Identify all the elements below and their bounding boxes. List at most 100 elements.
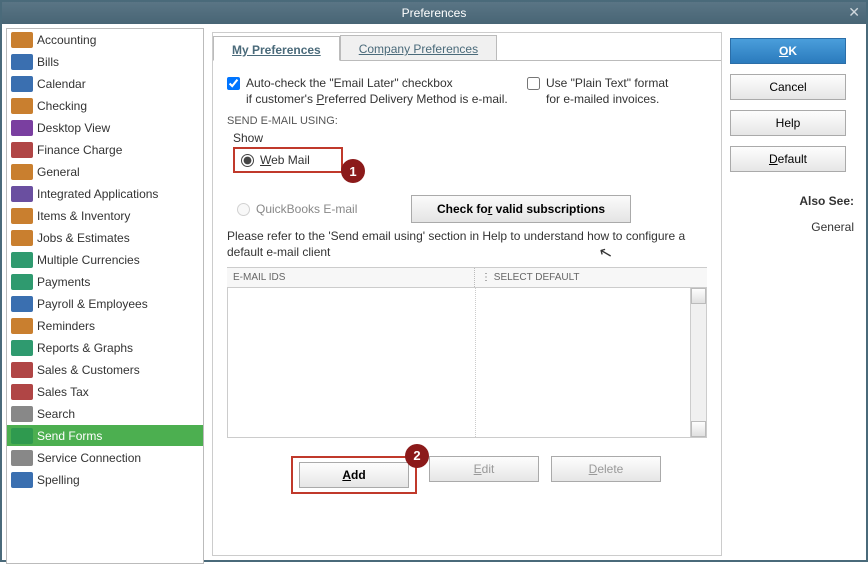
- sidebar-item-label: Sales & Customers: [37, 363, 140, 377]
- sidebar-item-label: Jobs & Estimates: [37, 231, 130, 245]
- radio-quickbooks-email: [237, 203, 250, 216]
- help-button[interactable]: Help: [730, 110, 846, 136]
- sidebar-item-label: Reminders: [37, 319, 95, 333]
- window-body: Accounting Bills Calendar Checking Desktop V…: [2, 24, 866, 560]
- sidebar-icon: [11, 98, 33, 114]
- sidebar-item-label: Finance Charge: [37, 143, 122, 157]
- sidebar-icon: [11, 208, 33, 224]
- sidebar-item-label: Checking: [37, 99, 87, 113]
- tab-bar: My PreferencesCompany Preferences: [213, 33, 721, 61]
- radio-web-mail-label: Web Mail: [260, 153, 310, 167]
- sidebar-item-label: Sales Tax: [37, 385, 89, 399]
- sidebar-item-multiple-currencies[interactable]: Multiple Currencies: [7, 249, 203, 271]
- sidebar-item-sales-customers[interactable]: Sales & Customers: [7, 359, 203, 381]
- sidebar-item-reminders[interactable]: Reminders: [7, 315, 203, 337]
- sidebar-icon: [11, 406, 33, 422]
- col-email-ids: E-MAIL IDS: [227, 268, 475, 287]
- sidebar-item-items-inventory[interactable]: Items & Inventory: [7, 205, 203, 227]
- radio-web-mail[interactable]: [241, 154, 254, 167]
- sidebar-item-desktop-view[interactable]: Desktop View: [7, 117, 203, 139]
- sidebar-item-finance-charge[interactable]: Finance Charge: [7, 139, 203, 161]
- scroll-down-arrow[interactable]: [691, 421, 706, 437]
- sidebar-icon: [11, 76, 33, 92]
- main-area: My PreferencesCompany Preferences Auto-ch…: [208, 24, 866, 560]
- add-button[interactable]: Add: [299, 462, 409, 488]
- auto-email-later-checkbox[interactable]: [227, 77, 240, 90]
- preferences-window: Preferences ✕ Accounting Bills Calendar Check…: [0, 0, 868, 562]
- radio-quickbooks-email-row: QuickBooks E-mail: [237, 202, 397, 216]
- sidebar-item-jobs-estimates[interactable]: Jobs & Estimates: [7, 227, 203, 249]
- email-table-header: E-MAIL IDS⋮ SELECT DEFAULT: [227, 267, 707, 288]
- auto-email-later-label: Auto-check the "Email Later" checkboxif …: [246, 75, 508, 107]
- sidebar-item-label: Reports & Graphs: [37, 341, 133, 355]
- also-see-general-link[interactable]: General: [730, 220, 854, 234]
- content-pane: My PreferencesCompany Preferences Auto-ch…: [212, 32, 722, 556]
- sidebar-icon: [11, 472, 33, 488]
- sidebar-item-reports-graphs[interactable]: Reports & Graphs: [7, 337, 203, 359]
- close-icon[interactable]: ✕: [848, 4, 860, 21]
- sidebar-icon: [11, 32, 33, 48]
- tab-my-preferences[interactable]: My Preferences: [213, 36, 340, 61]
- window-title: Preferences: [402, 6, 467, 20]
- sidebar-item-accounting[interactable]: Accounting: [7, 29, 203, 51]
- configure-help-text: Please refer to the 'Send email using' s…: [227, 229, 707, 260]
- sidebar-item-search[interactable]: Search: [7, 403, 203, 425]
- col-select-default: ⋮ SELECT DEFAULT: [475, 268, 707, 287]
- sidebar-icon: [11, 230, 33, 246]
- sidebar-item-payments[interactable]: Payments: [7, 271, 203, 293]
- sidebar-icon: [11, 318, 33, 334]
- right-button-pane: OK Cancel Help Default Also See: General: [722, 32, 862, 556]
- sidebar-icon: [11, 54, 33, 70]
- sidebar-item-checking[interactable]: Checking: [7, 95, 203, 117]
- preferences-sidebar[interactable]: Accounting Bills Calendar Checking Desktop V…: [6, 28, 204, 564]
- tab-body: Auto-check the "Email Later" checkboxif …: [213, 61, 721, 508]
- default-button[interactable]: Default: [730, 146, 846, 172]
- sidebar-item-payroll-employees[interactable]: Payroll & Employees: [7, 293, 203, 315]
- radio-quickbooks-email-label: QuickBooks E-mail: [256, 202, 357, 216]
- sidebar-item-service-connection[interactable]: Service Connection: [7, 447, 203, 469]
- also-see-label: Also See:: [730, 194, 854, 208]
- plain-text-checkbox[interactable]: [527, 77, 540, 90]
- send-email-using-label: SEND E-MAIL USING:: [227, 115, 707, 127]
- sidebar-item-calendar[interactable]: Calendar: [7, 73, 203, 95]
- sidebar-item-send-forms[interactable]: Send Forms: [7, 425, 203, 447]
- sidebar-icon: [11, 296, 33, 312]
- sidebar-item-label: Search: [37, 407, 75, 421]
- sidebar-item-label: Desktop View: [37, 121, 110, 135]
- sidebar-item-label: Accounting: [37, 33, 96, 47]
- sidebar-item-label: Payroll & Employees: [37, 297, 148, 311]
- add-highlight-box: Add2: [291, 456, 417, 494]
- show-label: Show: [233, 131, 707, 145]
- sidebar-icon: [11, 384, 33, 400]
- sidebar-item-integrated-applications[interactable]: Integrated Applications: [7, 183, 203, 205]
- plain-text-label: Use "Plain Text" formatfor e-mailed invo…: [546, 75, 668, 107]
- tab-company-preferences[interactable]: Company Preferences: [340, 35, 497, 60]
- sidebar-item-label: Items & Inventory: [37, 209, 130, 223]
- callout-1: 1: [341, 159, 365, 183]
- ok-button[interactable]: OK: [730, 38, 846, 64]
- sidebar-icon: [11, 142, 33, 158]
- sidebar-item-label: Calendar: [37, 77, 86, 91]
- sidebar-icon: [11, 340, 33, 356]
- sidebar-item-bills[interactable]: Bills: [7, 51, 203, 73]
- sidebar-item-sales-tax[interactable]: Sales Tax: [7, 381, 203, 403]
- radio-web-mail-row: Web Mail: [241, 153, 335, 167]
- scroll-up-arrow[interactable]: [691, 288, 706, 304]
- sidebar-icon: [11, 362, 33, 378]
- sidebar-item-label: Service Connection: [37, 451, 141, 465]
- sidebar-item-label: Multiple Currencies: [37, 253, 140, 267]
- sidebar-icon: [11, 252, 33, 268]
- sidebar-icon: [11, 450, 33, 466]
- email-table-body[interactable]: [227, 288, 707, 438]
- checkbox-row: Auto-check the "Email Later" checkboxif …: [227, 75, 707, 107]
- sidebar-item-spelling[interactable]: Spelling: [7, 469, 203, 491]
- check-valid-subscriptions-button[interactable]: Check for valid subscriptions: [411, 195, 631, 223]
- table-scrollbar[interactable]: [690, 288, 706, 437]
- sidebar-item-general[interactable]: General: [7, 161, 203, 183]
- edit-button: Edit: [429, 456, 539, 482]
- cancel-button[interactable]: Cancel: [730, 74, 846, 100]
- sidebar-item-label: Send Forms: [37, 429, 102, 443]
- sidebar-item-label: Integrated Applications: [37, 187, 158, 201]
- qb-email-row: QuickBooks E-mail Check for valid subscri…: [237, 195, 707, 223]
- sidebar-icon: [11, 120, 33, 136]
